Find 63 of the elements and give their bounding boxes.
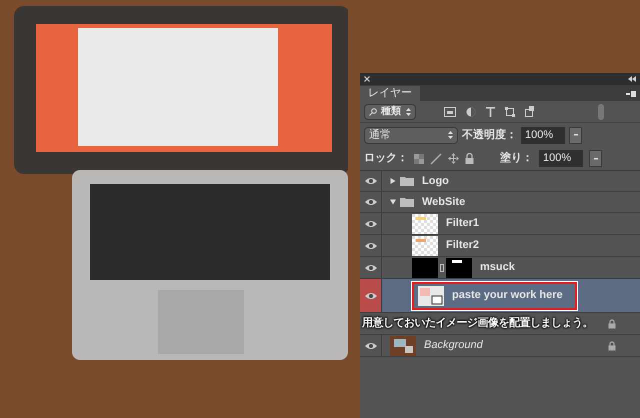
layer-thumbnail bbox=[412, 214, 438, 234]
folder-icon bbox=[400, 197, 414, 207]
blend-mode-dropdown[interactable]: 通常 bbox=[364, 126, 458, 144]
smart-object-thumbnail bbox=[418, 286, 444, 306]
visibility-eye-icon[interactable] bbox=[364, 242, 376, 250]
layer-name: Filter1 bbox=[446, 216, 480, 232]
caption-text: 用意しておいたイメージ画像を配置しましょう。 bbox=[362, 316, 593, 332]
layer-thumbnail bbox=[412, 258, 438, 278]
layer-name: msuck bbox=[480, 260, 515, 276]
panel-menu-icon[interactable] bbox=[626, 91, 636, 97]
filter-toggle[interactable] bbox=[598, 104, 604, 120]
fill-stepper[interactable] bbox=[589, 150, 602, 167]
smart-object-filter-icon[interactable] bbox=[525, 106, 535, 117]
visibility-eye-icon[interactable] bbox=[364, 292, 376, 300]
layer-row[interactable]: msuck bbox=[360, 257, 640, 279]
shape-filter-icon[interactable] bbox=[505, 106, 515, 116]
image-filter-icon[interactable] bbox=[444, 106, 456, 116]
visibility-eye-icon[interactable] bbox=[364, 264, 376, 272]
visibility-eye-icon[interactable] bbox=[364, 177, 376, 185]
move-icon[interactable] bbox=[448, 153, 459, 164]
opacity-field[interactable]: 100% bbox=[521, 126, 565, 144]
layer-name: paste your work here bbox=[452, 288, 563, 304]
close-icon[interactable] bbox=[364, 76, 370, 82]
layer-row[interactable]: Filter2 bbox=[360, 235, 640, 257]
expanded-caret-icon[interactable] bbox=[390, 199, 396, 205]
type-filter-icon[interactable] bbox=[486, 106, 495, 116]
minus-icon bbox=[574, 134, 578, 136]
layer-row[interactable]: Background bbox=[360, 335, 640, 357]
collapse-icon[interactable] bbox=[628, 76, 636, 82]
layer-row[interactable]: Filter1 bbox=[360, 213, 640, 235]
visibility-eye-icon[interactable] bbox=[364, 220, 376, 228]
search-icon bbox=[369, 108, 377, 116]
layer-name: Logo bbox=[422, 174, 449, 189]
filter-dropdown[interactable]: 種類 bbox=[364, 104, 416, 120]
opacity-label: 不透明度： bbox=[462, 128, 517, 143]
filter-value: 種類 bbox=[381, 104, 401, 119]
collapsed-caret-icon[interactable] bbox=[390, 178, 396, 184]
layers-tab[interactable]: レイヤー bbox=[360, 86, 420, 101]
layer-thumbnail bbox=[412, 236, 438, 256]
layer-row[interactable]: WebSite bbox=[360, 192, 640, 213]
layer-row[interactable]: Logo bbox=[360, 171, 640, 192]
adjustment-filter-icon[interactable] bbox=[466, 106, 476, 116]
layer-name: Filter2 bbox=[446, 238, 480, 254]
lock-label: ロック： bbox=[364, 151, 408, 166]
brush-icon[interactable] bbox=[430, 152, 442, 164]
lock-icon[interactable] bbox=[465, 153, 474, 164]
photo-thumbnail bbox=[390, 336, 416, 356]
layer-name: WebSite bbox=[422, 194, 466, 210]
layer-row[interactable]: paste your work here bbox=[360, 279, 640, 313]
opacity-stepper[interactable] bbox=[569, 126, 582, 144]
updown-arrows-icon bbox=[448, 131, 453, 139]
link-icon bbox=[440, 264, 444, 272]
layer-name: Background bbox=[424, 338, 483, 354]
visibility-eye-icon[interactable] bbox=[364, 198, 376, 206]
updown-arrows-icon bbox=[406, 108, 411, 116]
visibility-eye-icon[interactable] bbox=[364, 342, 376, 350]
blend-mode-value: 通常 bbox=[369, 128, 391, 143]
lock-transparent-icon[interactable] bbox=[414, 154, 424, 164]
fill-field[interactable]: 100% bbox=[539, 150, 583, 167]
fill-label: 塗り： bbox=[500, 150, 533, 166]
mask-thumbnail bbox=[446, 258, 472, 278]
folder-icon bbox=[400, 176, 414, 186]
minus-icon bbox=[594, 158, 598, 160]
